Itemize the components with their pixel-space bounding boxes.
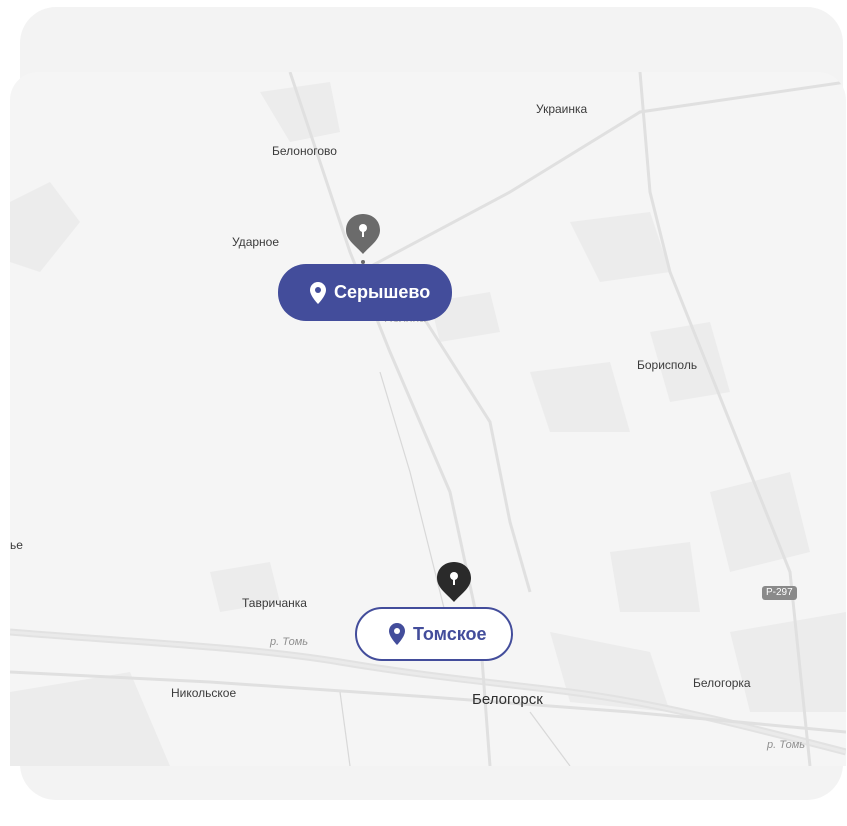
place-label: Белогорка <box>693 676 751 690</box>
location-name: Серышево <box>334 282 431 302</box>
map-background <box>10 72 846 766</box>
place-label: Украинка <box>536 102 588 116</box>
location-pin-icon <box>310 281 326 304</box>
location-chip-primary[interactable]: Серышево <box>278 264 453 321</box>
map-view[interactable]: Украинка Белоногово Ударное Поляна Борис… <box>10 72 846 766</box>
map-marker-icon[interactable] <box>435 560 473 613</box>
location-chip-secondary[interactable]: Томское <box>355 607 513 661</box>
place-label: Никольское <box>171 686 237 700</box>
location-pin-icon <box>389 623 405 645</box>
map-marker-icon[interactable] <box>344 212 382 269</box>
place-label: Белоногово <box>272 144 337 158</box>
river-label: р. Томь <box>270 636 309 648</box>
place-label: Белогорск <box>472 691 543 708</box>
place-label: Тавричанка <box>242 596 307 610</box>
place-label: ье <box>10 538 23 552</box>
river-label: р. Томь <box>767 739 806 751</box>
place-label: Борисполь <box>637 358 698 372</box>
road-shield: Р-297 <box>762 586 797 600</box>
place-label: Ударное <box>232 235 280 249</box>
location-name: Томское <box>413 623 487 644</box>
